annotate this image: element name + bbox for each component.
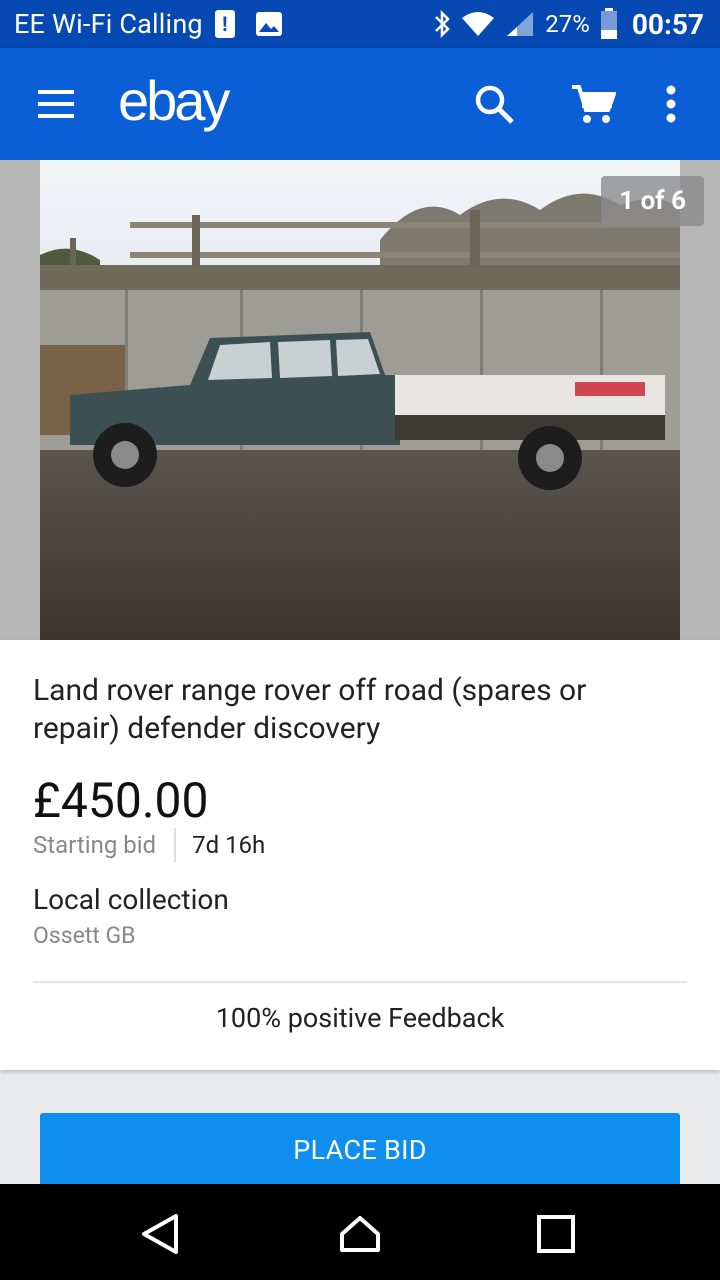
bid-label: Starting bid — [33, 831, 157, 859]
place-bid-button[interactable]: PLACE BID — [40, 1113, 680, 1189]
search-icon[interactable] — [474, 84, 516, 130]
status-right: 27% 00:57 — [433, 8, 704, 41]
item-location: Ossett GB — [33, 922, 136, 949]
app-bar: ebay — [0, 48, 720, 160]
battery-percent: 27% — [545, 10, 590, 38]
wifi-icon — [461, 10, 495, 38]
photo-gallery[interactable]: 1 of 6 — [0, 160, 720, 640]
photo-counter: 1 of 6 — [601, 176, 704, 226]
signal-icon — [505, 10, 535, 38]
listing-details: Land rover range rover off road (spares … — [0, 640, 720, 1070]
navigation-bar — [0, 1184, 720, 1280]
recents-icon[interactable] — [534, 1212, 578, 1256]
divider — [174, 828, 177, 862]
seller-feedback[interactable]: 100% positive Feedback — [0, 1002, 720, 1034]
bluetooth-icon — [433, 9, 451, 39]
image-icon — [255, 11, 283, 37]
ebay-logo[interactable]: ebay — [118, 68, 230, 133]
carrier-label: EE Wi-Fi Calling — [14, 8, 203, 40]
home-icon[interactable] — [338, 1212, 382, 1256]
battery-icon — [600, 8, 618, 40]
clock: 00:57 — [631, 7, 704, 41]
bid-info-row: Starting bid 7d 16h — [33, 828, 265, 862]
listing-photo[interactable] — [40, 160, 680, 640]
delivery-option: Local collection — [33, 883, 229, 916]
status-bar: EE Wi-Fi Calling ! 27% 00:57 — [0, 0, 720, 48]
time-left: 7d 16h — [192, 831, 266, 859]
listing-title: Land rover range rover off road (spares … — [33, 673, 587, 746]
alert-icon: ! — [214, 10, 235, 38]
back-icon[interactable] — [138, 1212, 182, 1256]
listing-price: £450.00 — [33, 772, 209, 829]
divider-line — [33, 981, 687, 983]
cart-icon[interactable] — [570, 84, 617, 130]
menu-icon[interactable] — [38, 90, 74, 118]
more-vert-icon[interactable] — [664, 84, 678, 130]
